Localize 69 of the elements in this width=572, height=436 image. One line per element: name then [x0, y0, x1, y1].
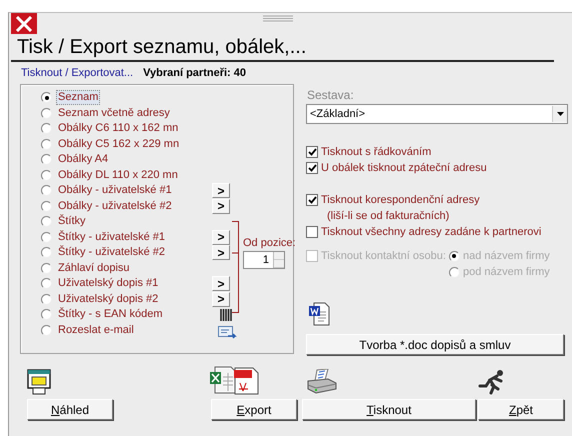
word-document-icon — [308, 302, 330, 326]
radio-button[interactable] — [41, 123, 52, 134]
selected-partners-count: Vybraní partneři: 40 — [143, 66, 246, 80]
option-label[interactable]: Uživatelský dopis #2 — [56, 292, 210, 307]
radio-button[interactable] — [41, 216, 52, 228]
option-label[interactable]: Seznam — [56, 90, 100, 106]
radio-button[interactable] — [41, 138, 52, 150]
action-button[interactable]: Tisknout — [302, 399, 476, 420]
option-label[interactable]: Obálky - uživatelské #1 — [56, 183, 210, 198]
close-button[interactable] — [11, 13, 37, 34]
checkbox[interactable] — [306, 146, 318, 158]
option-label[interactable]: Seznam včetně adresy — [56, 106, 210, 121]
checkbox[interactable] — [306, 162, 318, 174]
option-label[interactable]: Uživatelský dopis #1 — [56, 276, 210, 292]
option-label[interactable]: Štítky - uživatelské #2 — [56, 245, 210, 260]
checkbox-label[interactable]: U obálek tisknout zpáteční adresu — [321, 160, 487, 176]
option-label[interactable]: Obálky DL 110 x 220 mn — [56, 168, 210, 183]
settings-button[interactable]: > — [212, 183, 230, 198]
action-button[interactable]: Zpět — [478, 399, 564, 420]
action-button[interactable]: Náhled — [27, 399, 113, 420]
settings-button[interactable]: > — [212, 245, 230, 260]
radio-button[interactable] — [41, 108, 52, 119]
radio-button[interactable] — [41, 232, 52, 243]
option-label[interactable]: Obálky C5 162 x 229 mn — [56, 136, 210, 152]
option-label[interactable]: Štítky - uživatelské #1 — [56, 230, 210, 245]
radio-button[interactable] — [41, 154, 52, 166]
radio-button[interactable] — [41, 92, 52, 104]
checkbox-label[interactable]: Tisknout s řádkováním — [321, 144, 432, 160]
radio-button[interactable] — [41, 309, 52, 320]
settings-button[interactable]: > — [212, 276, 230, 292]
checkbox[interactable] — [306, 226, 318, 238]
radio-button[interactable] — [41, 262, 52, 274]
option-label[interactable]: Obálky - uživatelské #2 — [56, 198, 210, 214]
report-label: Sestava: — [306, 88, 355, 102]
create-doc-button[interactable]: Tvorba *.doc dopisů a smluv — [306, 334, 564, 355]
start-position-label: Od pozice: — [243, 237, 296, 249]
action-button[interactable]: Export — [211, 399, 297, 420]
option-label[interactable]: Štítky - s EAN kódem — [56, 307, 210, 322]
radio-button[interactable] — [41, 170, 52, 181]
settings-button[interactable]: > — [212, 230, 230, 245]
option-label[interactable]: Obálky C6 110 x 162 mn — [56, 121, 210, 136]
option-label[interactable]: Rozeslat e-mail — [56, 322, 210, 338]
radio-button[interactable] — [41, 278, 52, 290]
option-label[interactable]: Záhlaví dopisu — [56, 260, 210, 276]
radio-button[interactable] — [41, 200, 52, 212]
barcode-icon — [220, 308, 232, 321]
option-label[interactable]: Štítky — [56, 214, 210, 230]
option-label[interactable]: Obálky A4 — [56, 152, 210, 168]
radio-button[interactable] — [41, 185, 52, 196]
printer-icon — [306, 369, 338, 395]
checkbox-label[interactable]: Tisknout všechny adresy zadáne k partnerovi — [321, 224, 542, 240]
settings-button[interactable]: > — [212, 292, 230, 307]
radio-button[interactable] — [41, 324, 52, 336]
checkbox-note: (liší-li se od fakturačních) — [326, 209, 450, 224]
report-dropdown[interactable]: <Základní> — [306, 104, 568, 124]
dropdown-arrow-icon[interactable] — [556, 112, 564, 116]
radio-button[interactable] — [41, 294, 52, 305]
checkbox-label[interactable]: Tisknout korespondenční adresy — [321, 192, 480, 208]
radio-button[interactable] — [41, 247, 52, 258]
running-figure-icon — [478, 369, 506, 395]
settings-button[interactable]: > — [212, 198, 230, 214]
print-export-link[interactable]: Tisknout / Exportovat... — [21, 66, 134, 80]
grip-icon[interactable] — [263, 15, 293, 22]
preview-window-icon — [27, 369, 51, 395]
start-position-spinner[interactable]: 1 — [243, 251, 285, 269]
envelope-send-icon — [218, 326, 238, 340]
window-title: Tisk / Export seznamu, obálek,... — [11, 35, 554, 62]
spreadsheet-pdf-icon — [209, 365, 259, 395]
checkbox[interactable] — [306, 194, 318, 206]
